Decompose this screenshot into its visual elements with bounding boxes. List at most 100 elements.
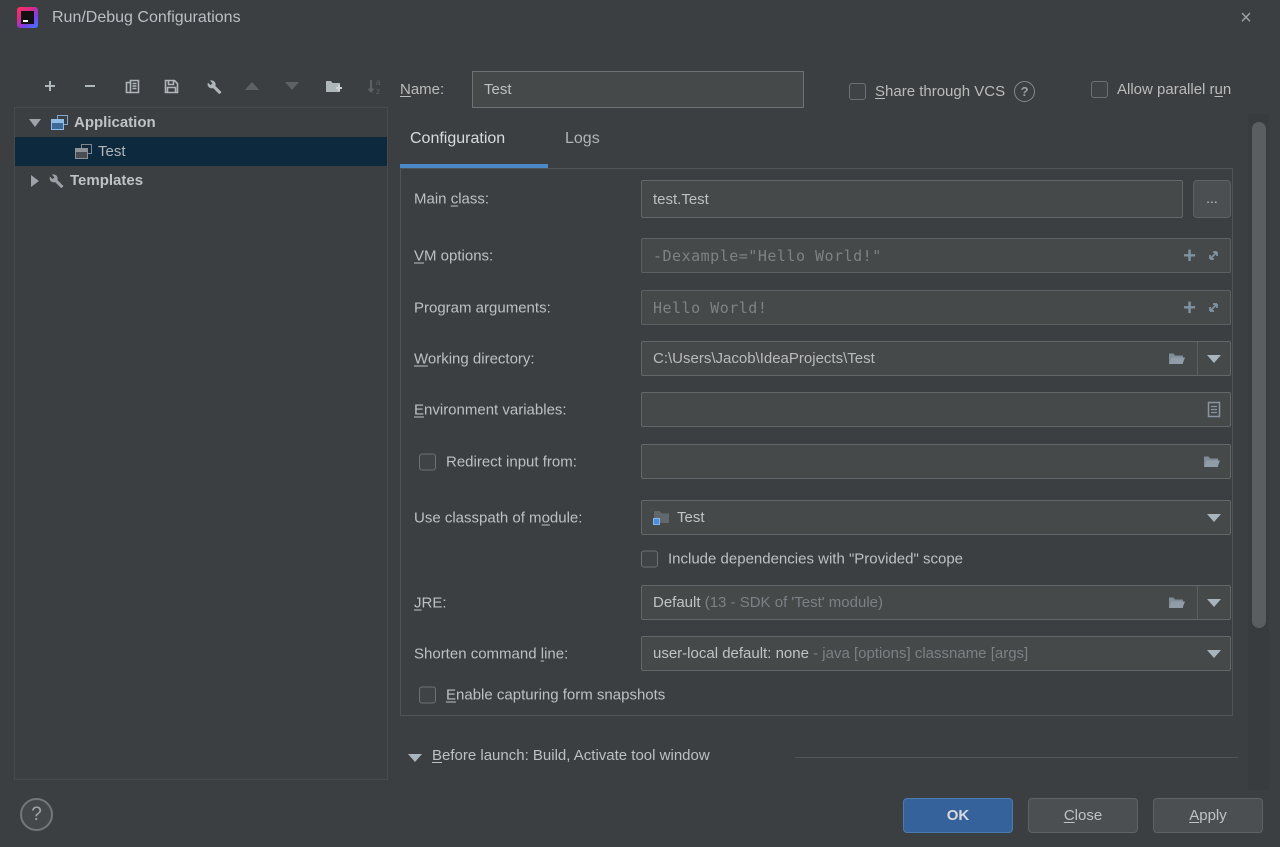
browse-folder-icon[interactable] [1168, 352, 1186, 366]
add-macro-icon[interactable]: + [1183, 297, 1196, 319]
working-directory-dropdown-button[interactable] [1197, 342, 1230, 375]
edit-templates-icon[interactable] [201, 74, 225, 98]
program-arguments-label: Program arguments: [414, 299, 551, 316]
configuration-tab-panel: Main class: ... VM options: -Dexample="H… [400, 168, 1233, 716]
classpath-module-value: Test [677, 509, 705, 526]
jre-dropdown-button[interactable] [1197, 586, 1230, 619]
shorten-command-line-row: Shorten command line: user-local default… [401, 636, 1232, 671]
ok-button[interactable]: OK [903, 798, 1013, 833]
chevron-collapsed-icon[interactable] [31, 175, 39, 187]
main-class-row: Main class: [401, 180, 1232, 218]
apply-button[interactable]: Apply [1153, 798, 1263, 833]
configurations-toolbar: a z [14, 70, 388, 102]
vm-options-input[interactable]: -Dexample="Hello World!" + [641, 238, 1231, 273]
separator [795, 757, 1238, 758]
help-button[interactable]: ? [20, 798, 53, 831]
main-class-label: Main class: [414, 191, 489, 208]
tree-item-templates[interactable]: Templates [15, 166, 387, 195]
share-through-vcs-group: Share through VCS ? [849, 81, 1035, 102]
before-launch-label: Before launch: Build, Activate tool wind… [432, 747, 710, 764]
close-button[interactable]: Close [1028, 798, 1138, 833]
program-arguments-row: Program arguments: Hello World! + [401, 290, 1232, 325]
environment-variables-input[interactable] [642, 393, 1230, 426]
close-icon[interactable]: × [1234, 6, 1258, 30]
redirect-input-file-input[interactable] [642, 445, 1230, 478]
edit-variables-icon[interactable] [1207, 401, 1221, 418]
create-folder-icon[interactable] [322, 74, 346, 98]
working-directory-combo[interactable]: C:\Users\Jacob\IdeaProjects\Test [641, 341, 1231, 376]
allow-parallel-label: Allow parallel run [1117, 81, 1231, 98]
module-icon [653, 510, 670, 525]
shorten-value: user-local default: none [653, 645, 809, 662]
title-bar: Run/Debug Configurations × [0, 0, 1280, 36]
jre-combo[interactable]: Default (13 - SDK of 'Test' module) [641, 585, 1231, 620]
share-vcs-checkbox[interactable] [849, 83, 866, 100]
save-icon[interactable] [159, 74, 183, 98]
enable-capturing-label: Enable capturing form snapshots [446, 687, 665, 704]
shorten-command-line-label: Shorten command line: [414, 645, 568, 662]
jre-row: JRE: Default (13 - SDK of 'Test' module) [401, 585, 1232, 620]
run-debug-configurations-dialog: Run/Debug Configurations × [0, 0, 1280, 847]
environment-variables-input-wrapper [641, 392, 1231, 427]
move-up-icon [240, 74, 264, 98]
intellij-logo-icon [17, 7, 38, 28]
chevron-down-icon [1207, 355, 1221, 363]
allow-parallel-run-group: Allow parallel run [1091, 81, 1231, 98]
redirect-input-wrapper [641, 444, 1231, 479]
browse-folder-icon[interactable] [1203, 455, 1221, 469]
include-provided-checkbox[interactable] [641, 551, 658, 568]
redirect-input-checkbox[interactable] [419, 453, 436, 470]
expand-field-icon[interactable] [1206, 300, 1221, 315]
environment-variables-label: Environment variables: [414, 401, 567, 418]
classpath-module-combo[interactable]: Test [641, 500, 1231, 535]
remove-icon[interactable] [78, 74, 102, 98]
before-launch-section[interactable]: Before launch: Build, Activate tool wind… [400, 745, 1240, 773]
classpath-module-dropdown-button[interactable] [1197, 501, 1230, 534]
include-provided-label: Include dependencies with "Provided" sco… [668, 551, 963, 568]
scrollbar-thumb[interactable] [1252, 122, 1266, 628]
add-macro-icon[interactable]: + [1183, 245, 1196, 267]
enable-capturing-checkbox[interactable] [419, 687, 436, 704]
allow-parallel-checkbox[interactable] [1091, 81, 1108, 98]
templates-wrench-icon [47, 172, 64, 189]
chevron-down-icon [1207, 514, 1221, 522]
move-down-icon [280, 74, 304, 98]
working-directory-row: Working directory: C:\Users\Jacob\IdeaPr… [401, 341, 1232, 376]
program-arguments-input[interactable]: Hello World! + [641, 290, 1231, 325]
redirect-input-label: Redirect input from: [446, 453, 577, 470]
name-input[interactable] [472, 71, 804, 108]
tree-item-label: Test [98, 143, 126, 160]
help-icon[interactable]: ? [1014, 81, 1035, 102]
chevron-down-icon [1207, 599, 1221, 607]
browse-folder-icon[interactable] [1168, 596, 1186, 610]
shorten-dropdown-button[interactable] [1197, 637, 1230, 670]
enable-capturing-row: Enable capturing form snapshots [401, 679, 1232, 711]
add-icon[interactable] [38, 74, 62, 98]
vm-options-row: VM options: -Dexample="Hello World!" + [401, 238, 1232, 273]
chevron-down-icon [1207, 650, 1221, 658]
main-class-input[interactable] [642, 181, 1182, 217]
expand-field-icon[interactable] [1206, 248, 1221, 263]
shorten-command-line-combo[interactable]: user-local default: none - java [options… [641, 636, 1231, 671]
tree-item-test[interactable]: Test [15, 137, 387, 166]
chevron-expanded-icon[interactable] [408, 754, 422, 762]
classpath-module-label: Use classpath of module: [414, 509, 582, 526]
jre-hint: (13 - SDK of 'Test' module) [705, 594, 883, 611]
chevron-expanded-icon[interactable] [29, 119, 41, 127]
window-title: Run/Debug Configurations [52, 9, 241, 27]
copy-icon[interactable] [120, 74, 144, 98]
browse-main-class-button[interactable]: ... [1193, 180, 1231, 218]
tree-item-label: Application [74, 114, 156, 131]
tree-item-application[interactable]: Application [15, 108, 387, 137]
redirect-input-row: Redirect input from: [401, 444, 1232, 479]
svg-text:z: z [376, 87, 380, 95]
jre-value: Default [653, 594, 701, 611]
tab-logs[interactable]: Logs [565, 130, 600, 164]
share-vcs-label: Share through VCS [875, 83, 1005, 100]
tab-configuration[interactable]: Configuration [410, 130, 505, 164]
jre-label: JRE: [414, 594, 447, 611]
configuration-icon [75, 144, 92, 159]
classpath-module-row: Use classpath of module: Test [401, 500, 1232, 535]
include-provided-row: Include dependencies with "Provided" sco… [401, 543, 1232, 575]
name-label: Name: [400, 81, 444, 98]
